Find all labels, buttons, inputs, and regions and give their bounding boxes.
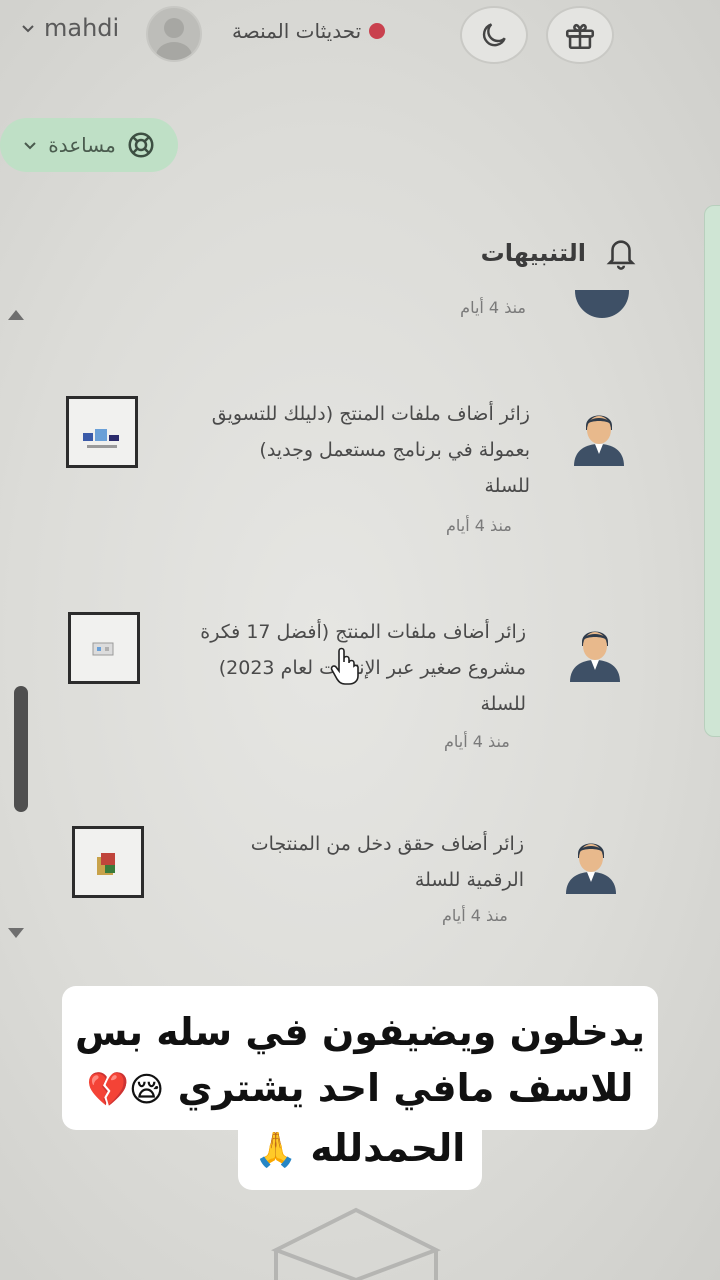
notifications-title: التنبيهات (480, 239, 586, 267)
moon-icon (482, 23, 506, 47)
notification-text-line: بعمولة في برنامج مستعمل وجديد) (259, 439, 530, 461)
chevron-down-icon (22, 25, 34, 33)
bell-icon (606, 240, 636, 270)
platform-updates-label: تحديثات المنصة (232, 19, 362, 43)
person-avatar-icon (575, 290, 629, 320)
user-avatar-icon (156, 18, 192, 60)
help-button[interactable]: مساعدة (0, 118, 178, 172)
praying-hands-emoji-icon: 🙏 (254, 1130, 298, 1170)
caption-text: الحمدلله (310, 1126, 466, 1170)
screen: تحديثات المنصة mahdi مساعدة التنبيهات من… (0, 0, 720, 1280)
person-avatar-icon (566, 843, 616, 894)
dark-mode-toggle[interactable] (460, 6, 528, 64)
notification-time: منذ 4 أيام (460, 298, 526, 317)
sad-emoji-icon: 😪💔 (86, 1070, 165, 1110)
chevron-down-icon (24, 142, 36, 150)
notification-item[interactable]: زائر أضاف ملفات المنتج (دليلك للتسويق بع… (0, 390, 690, 550)
empty-box-icon (271, 1207, 441, 1280)
notifications-header: التنبيهات (481, 234, 638, 272)
caption-text: للاسف مافي احد يشتري (177, 1066, 634, 1110)
lifebuoy-icon (128, 132, 154, 158)
red-dot-indicator (369, 23, 386, 39)
caption-line: الحمدلله 🙏 (62, 1126, 658, 1170)
notification-time: منذ 4 أيام (446, 516, 512, 535)
notification-item[interactable]: زائر أضاف حقق دخل من المنتجات الرقمية لل… (0, 826, 690, 936)
gift-icon (565, 23, 595, 50)
notification-text-line: الرقمية للسلة (414, 869, 524, 891)
notification-text-line: زائر أضاف ملفات المنتج (دليلك للتسويق (211, 403, 530, 425)
notification-text: زائر أضاف ملفات المنتج (دليلك للتسويق بع… (170, 396, 530, 504)
help-label: مساعدة (48, 133, 116, 157)
hand-cursor-icon (330, 647, 359, 685)
user-menu[interactable]: mahdi (20, 14, 119, 42)
notification-time: منذ 4 أيام (444, 732, 510, 751)
product-thumbnail[interactable] (72, 826, 144, 898)
product-thumbnail[interactable] (66, 396, 138, 468)
username-label: mahdi (44, 14, 120, 42)
notification-text-line: للسلة (484, 475, 530, 497)
notification-time: منذ 4 أيام (442, 906, 508, 925)
scroll-up-arrow[interactable] (8, 310, 24, 320)
person-avatar-icon (574, 415, 624, 466)
product-thumbnail[interactable] (68, 612, 140, 684)
user-avatar[interactable] (146, 6, 202, 62)
notification-text-line: زائر أضاف حقق دخل من المنتجات (250, 833, 524, 855)
notification-text-line: للسلة (480, 693, 526, 715)
side-panel-edge (704, 205, 720, 737)
notification-text: زائر أضاف حقق دخل من المنتجات الرقمية لل… (164, 826, 524, 898)
caption-line: يدخلون ويضيفون في سله بس (75, 1010, 645, 1054)
caption-line: للاسف مافي احد يشتري 😪💔 (62, 1066, 658, 1110)
notification-text-line: زائر أضاف ملفات المنتج (أفضل 17 فكرة (200, 621, 526, 643)
platform-updates-link[interactable]: تحديثات المنصة (232, 16, 386, 46)
person-avatar-icon (570, 631, 620, 682)
gift-button[interactable] (546, 6, 614, 64)
